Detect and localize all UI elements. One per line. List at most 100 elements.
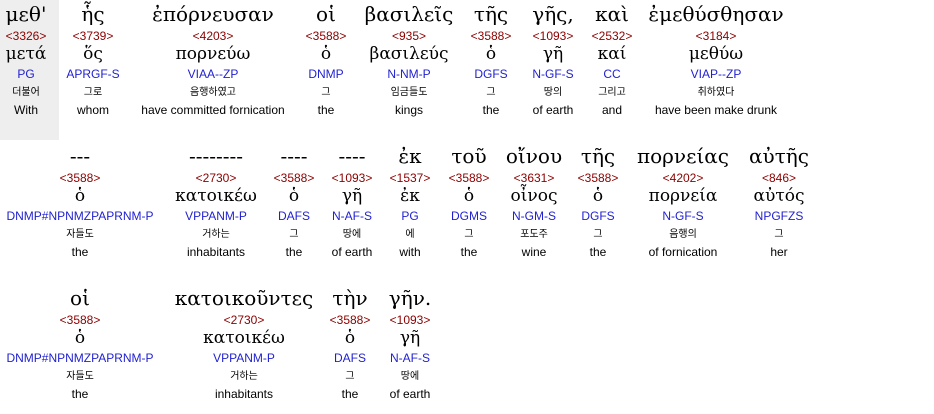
morphology-code[interactable]: PG [17, 68, 34, 88]
interlinear-word[interactable]: βασιλεῖς <935> βασιλεύς N-NM-P 임금들도 king… [365, 4, 454, 120]
english-gloss: the [71, 245, 89, 259]
english-gloss: wine [521, 245, 547, 259]
morphology-code[interactable]: N-AF-S [332, 210, 372, 230]
lemma: ὁ [74, 186, 86, 206]
morphology-code[interactable]: VPPANM-P [185, 210, 247, 230]
interlinear-word[interactable]: γῆν. <1093> γῆ N-AF-S 땅에 of earth [389, 288, 431, 404]
lemma: ὁ [344, 328, 356, 348]
english-gloss: of earth [331, 245, 373, 259]
english-gloss: the [317, 103, 335, 117]
greek-word: --- [69, 144, 91, 168]
english-gloss: whom [76, 103, 109, 117]
interlinear-word[interactable]: τοῦ <3588> ὁ DGMS 그 the [449, 146, 490, 262]
interlinear-word[interactable]: -------- <2730> κατοικέω VPPANM-P 거하는 in… [175, 146, 257, 262]
interlinear-word[interactable]: οἴνου <3631> οἶνος N-GM-S 포도주 wine [506, 146, 562, 262]
interlinear-word[interactable]: ἐπόρνευσαν <4203> πορνεύω VIAA--ZP 음행하였고… [141, 4, 284, 120]
interlinear-word[interactable]: ---- <1093> γῆ N-AF-S 땅에 of earth [332, 146, 373, 262]
korean-gloss: 그리고 [598, 87, 626, 98]
lemma: καί [597, 44, 627, 64]
korean-gloss: 땅의 [543, 87, 563, 98]
greek-word: -------- [188, 144, 244, 168]
morphology-code[interactable]: N-GF-S [532, 68, 573, 88]
greek-word: τῆς [580, 144, 616, 168]
greek-word: κατοικοῦντες [174, 286, 314, 310]
morphology-code[interactable]: VPPANM-P [213, 352, 275, 372]
morphology-code[interactable]: DNMP#NPNMZPAPRNM-P [6, 352, 153, 372]
english-gloss: of earth [389, 387, 431, 401]
lemma: κατοικέω [175, 186, 257, 206]
english-gloss: inhabitants [214, 387, 274, 401]
interlinear-word[interactable]: αὐτῆς <846> αὐτός NPGFZS 그 her [749, 146, 809, 262]
greek-word: ---- [338, 144, 366, 168]
korean-gloss: 그로 [83, 87, 103, 98]
lemma: αὐτός [753, 186, 805, 206]
greek-word: αὐτῆς [749, 144, 809, 168]
interlinear-word[interactable]: ἧς <3739> ὅς APRGF-S 그로 whom [66, 4, 119, 120]
morphology-code[interactable]: N-NM-P [387, 68, 430, 88]
greek-word: γῆν. [388, 286, 432, 310]
interlinear-word[interactable]: ---- <3588> ὁ DAFS 그 the [274, 146, 315, 262]
interlinear-word[interactable]: --- <3588> ὁ DNMP#NPNMZPAPRNM-P 자들도 the [6, 146, 153, 262]
interlinear-word[interactable]: κατοικοῦντες <2730> κατοικέω VPPANM-P 거하… [175, 288, 313, 404]
interlinear-word[interactable]: τῆς <3588> ὁ DGFS 그 the [578, 146, 619, 262]
english-gloss: the [482, 103, 500, 117]
greek-word: οἱ [316, 2, 336, 26]
interlinear-word[interactable]: οἱ <3588> ὁ DNMP#NPNMZPAPRNM-P 자들도 the [6, 288, 153, 404]
english-gloss: her [770, 245, 788, 259]
lemma: γῆ [399, 328, 421, 348]
morphology-code[interactable]: PG [401, 210, 418, 230]
greek-word: ἐπόρνευσαν [152, 2, 274, 26]
korean-gloss: 자들도 [66, 371, 94, 382]
interlinear-word[interactable]: μεθ' <3326> μετά PG 더불어 With [6, 4, 47, 120]
morphology-code[interactable]: CC [603, 68, 620, 88]
morphology-code[interactable]: NPGFZS [755, 210, 804, 230]
greek-word: ἐκ [398, 144, 422, 168]
greek-word: ---- [280, 144, 308, 168]
english-gloss: with [399, 245, 421, 259]
morphology-code[interactable]: DGFS [581, 210, 614, 230]
morphology-code[interactable]: APRGF-S [66, 68, 119, 88]
morphology-code[interactable]: DGFS [474, 68, 507, 88]
lemma: οἶνος [510, 186, 558, 206]
interlinear-word[interactable]: ἐκ <1537> ἐκ PG 에 with [390, 146, 431, 262]
korean-gloss: 음행의 [669, 229, 697, 240]
korean-gloss: 포도주 [520, 229, 548, 240]
korean-gloss: 땅에 [342, 229, 362, 240]
lemma: ὁ [485, 44, 497, 64]
english-gloss: the [589, 245, 607, 259]
morphology-code[interactable]: DNMP [308, 68, 343, 88]
interlinear-word[interactable]: ἐμεθύσθησαν <3184> μεθύω VIAP--ZP 취하였다 h… [648, 4, 783, 120]
english-gloss: the [341, 387, 359, 401]
morphology-code[interactable]: N-GM-S [512, 210, 556, 230]
korean-gloss: 그 [486, 87, 496, 98]
lemma: ἐκ [400, 186, 420, 206]
lemma: βασιλεύς [369, 44, 449, 64]
greek-word: βασιλεῖς [364, 2, 454, 26]
morphology-code[interactable]: N-AF-S [390, 352, 430, 372]
korean-gloss: 그 [774, 229, 784, 240]
morphology-code[interactable]: DNMP#NPNMZPAPRNM-P [6, 210, 153, 230]
morphology-code[interactable]: VIAA--ZP [188, 68, 239, 88]
morphology-code[interactable]: N-GF-S [662, 210, 703, 230]
greek-word: ἐμεθύσθησαν [648, 2, 784, 26]
interlinear-word[interactable]: πορνείας <4202> πορνεία N-GF-S 음행의 of fo… [637, 146, 729, 262]
greek-word: οἴνου [505, 144, 563, 168]
morphology-code[interactable]: DAFS [334, 352, 366, 372]
korean-gloss: 음행하였고 [190, 87, 236, 98]
interlinear-word[interactable]: τῆς <3588> ὁ DGFS 그 the [471, 4, 512, 120]
greek-word: οἱ [70, 286, 90, 310]
morphology-code[interactable]: DAFS [278, 210, 310, 230]
morphology-code[interactable]: DGMS [451, 210, 487, 230]
lemma: πορνεία [648, 186, 718, 206]
greek-word: μεθ' [5, 2, 47, 26]
morphology-code[interactable]: VIAP--ZP [691, 68, 742, 88]
korean-gloss: 그 [345, 371, 355, 382]
english-gloss: have been make drunk [654, 103, 778, 117]
interlinear-word[interactable]: καὶ <2532> καί CC 그리고 and [592, 4, 633, 120]
interlinear-word[interactable]: τὴν <3588> ὁ DAFS 그 the [330, 288, 371, 404]
interlinear-word[interactable]: οἱ <3588> ὁ DNMP 그 the [306, 4, 347, 120]
interlinear-word[interactable]: γῆς, <1093> γῆ N-GF-S 땅의 of earth [532, 4, 574, 120]
english-gloss: the [460, 245, 478, 259]
korean-gloss: 그 [289, 229, 299, 240]
lemma: γῆ [341, 186, 363, 206]
